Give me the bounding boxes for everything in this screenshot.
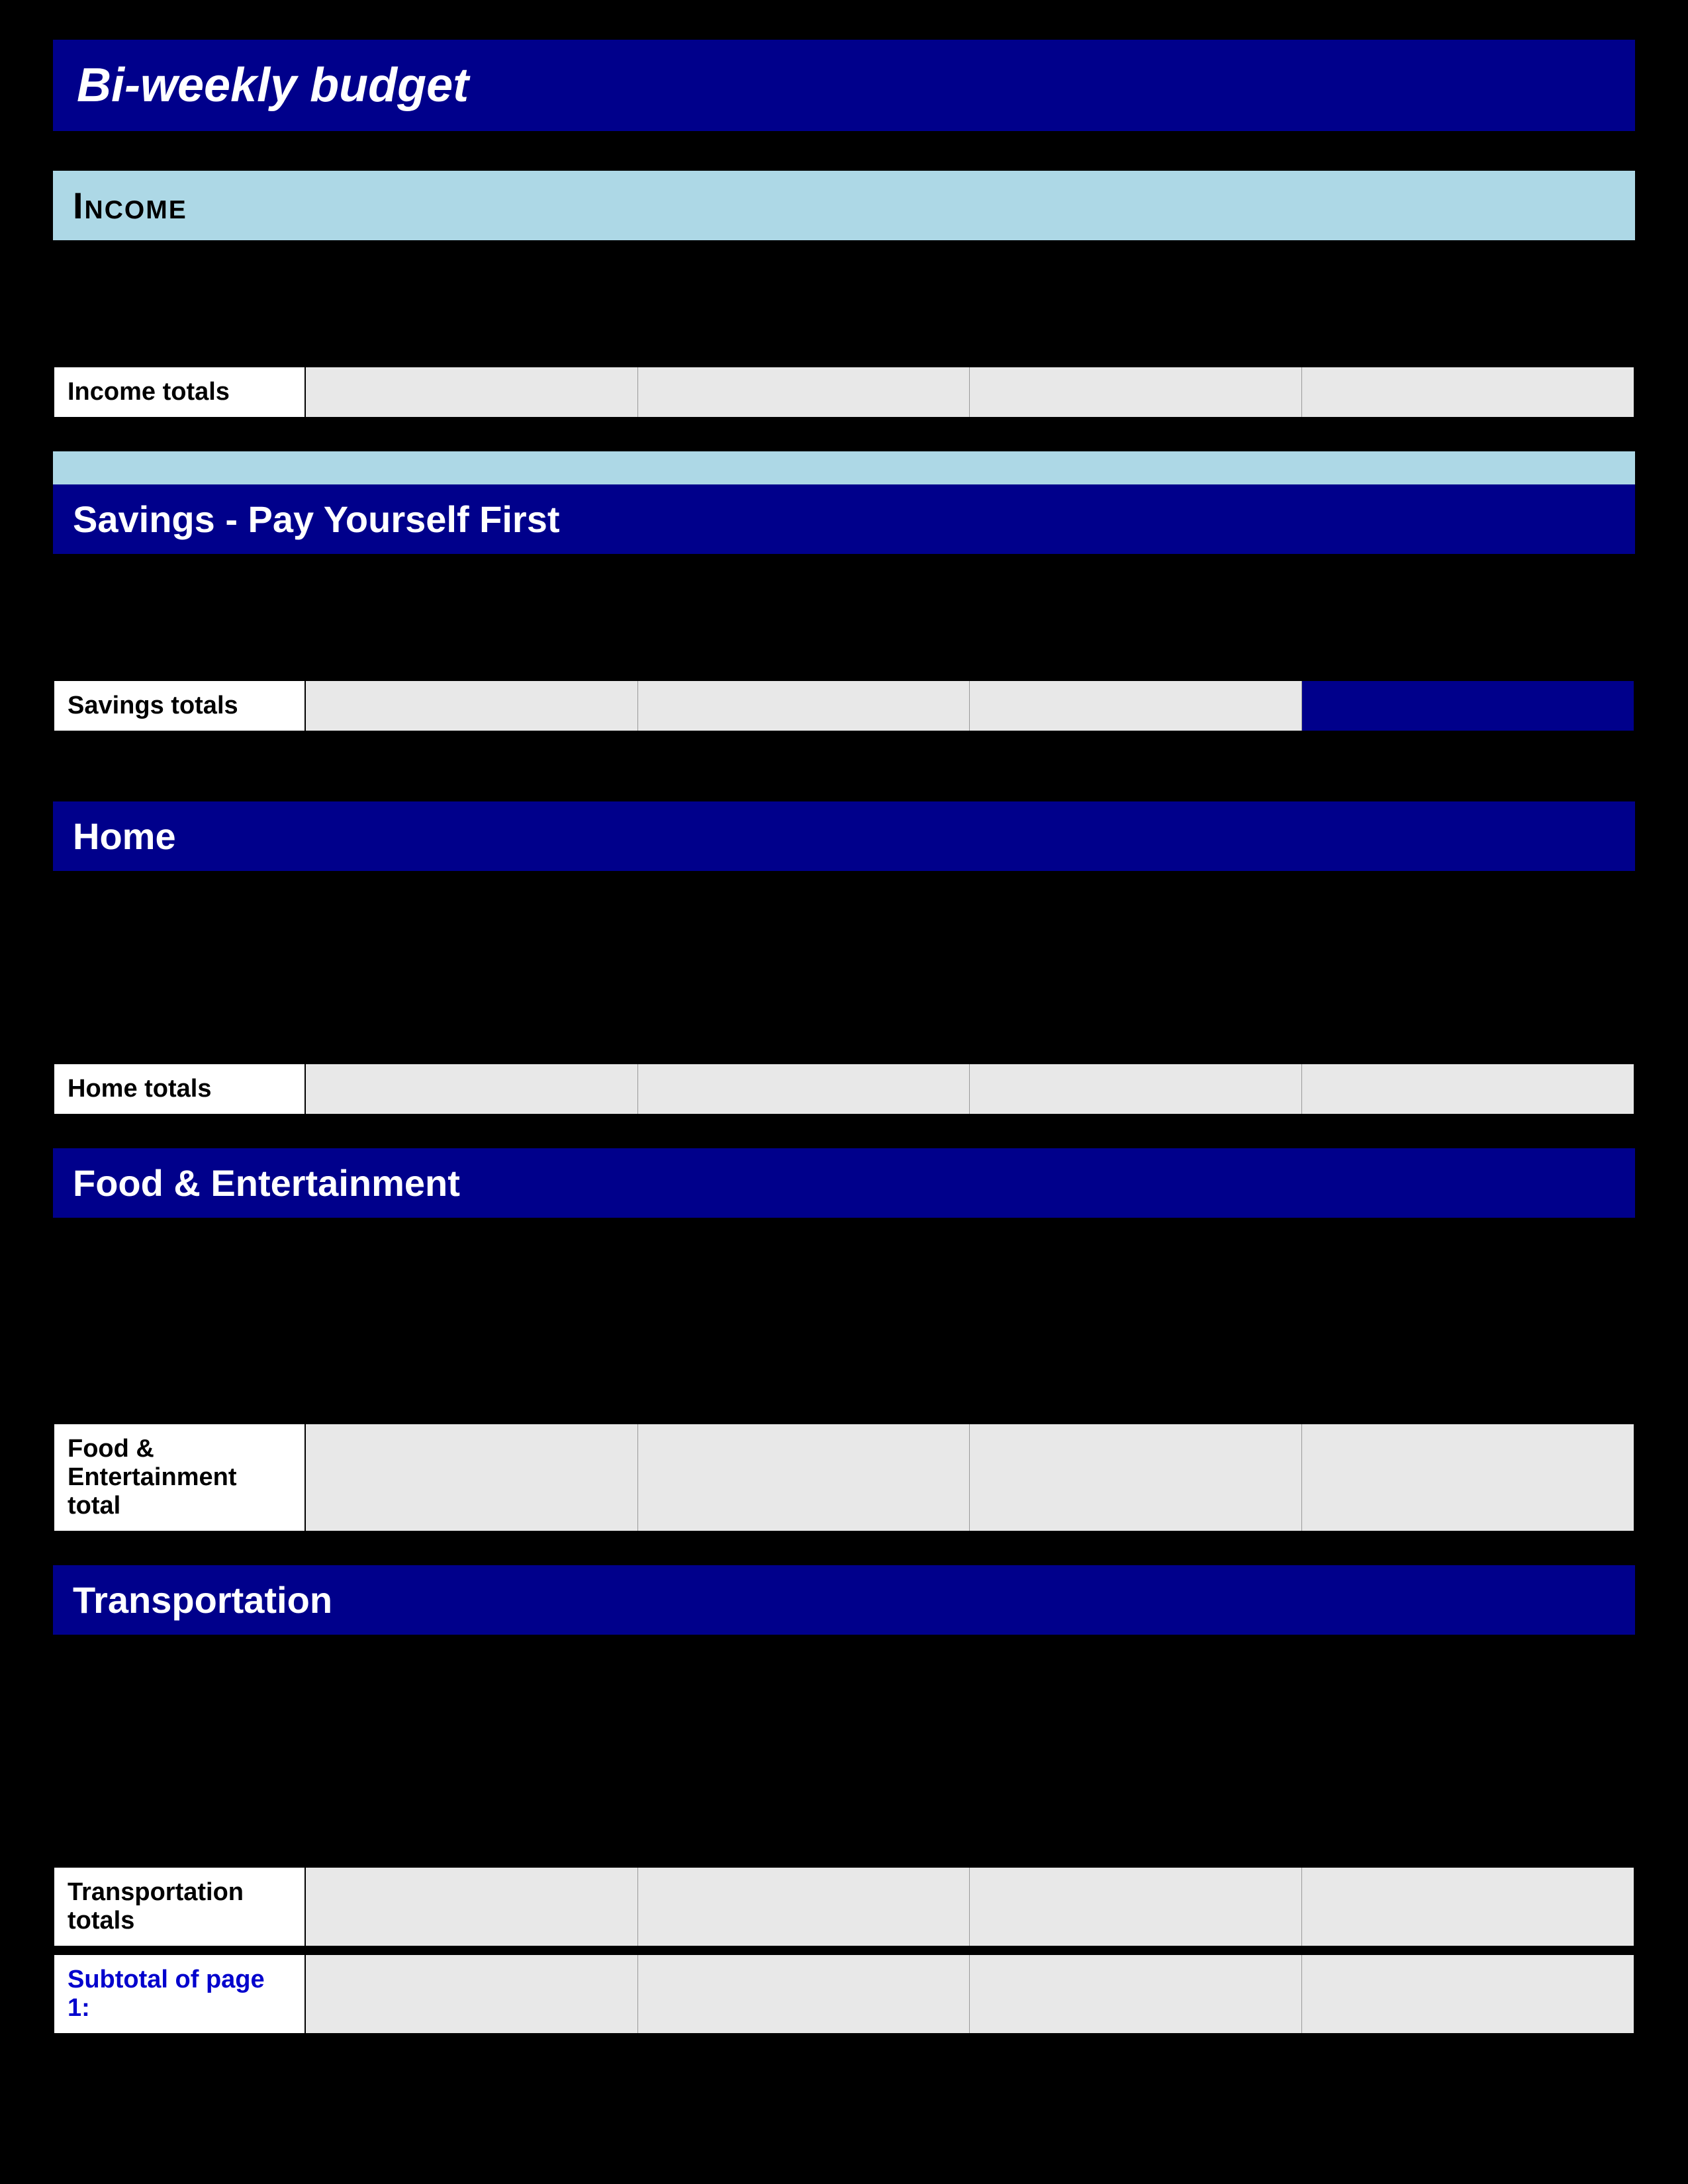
- food-data-area: [53, 1224, 1635, 1423]
- savings-data-area: [53, 561, 1635, 680]
- savings-blank-row: [53, 732, 1635, 768]
- savings-title: Savings - Pay Yourself First: [73, 498, 560, 540]
- transportation-totals-label: Transportation totals: [54, 1868, 306, 1946]
- savings-totals-col1[interactable]: [306, 681, 638, 731]
- income-totals-col2[interactable]: [638, 367, 970, 417]
- savings-totals-label: Savings totals: [54, 681, 306, 731]
- subtotal-col4[interactable]: [1302, 1955, 1634, 2033]
- transportation-title: Transportation: [73, 1579, 332, 1621]
- savings-totals-col2[interactable]: [638, 681, 970, 731]
- savings-header: Savings - Pay Yourself First: [53, 484, 1635, 554]
- home-totals-row: Home totals: [53, 1063, 1635, 1115]
- food-header: Food & Entertainment: [53, 1148, 1635, 1218]
- savings-top-bar: [53, 451, 1635, 484]
- pre-subtotal-gap: [53, 1947, 1635, 1954]
- subtotal-label: Subtotal of page 1:: [54, 1955, 306, 2033]
- title-bar: Bi-weekly budget: [53, 40, 1635, 131]
- subtotal-col1[interactable]: [306, 1955, 638, 2033]
- savings-section: Savings - Pay Yourself First Savings tot…: [53, 451, 1635, 768]
- home-totals-label: Home totals: [54, 1064, 306, 1114]
- income-totals-row: Income totals: [53, 366, 1635, 418]
- transportation-section: Transportation Transportation totals Sub…: [53, 1565, 1635, 2034]
- subtotal-col2[interactable]: [638, 1955, 970, 2033]
- food-totals-col2[interactable]: [638, 1424, 970, 1531]
- income-section: Income Income totals: [53, 171, 1635, 418]
- transportation-totals-row: Transportation totals: [53, 1866, 1635, 1947]
- home-totals-col1[interactable]: [306, 1064, 638, 1114]
- savings-totals-col3[interactable]: [970, 681, 1302, 731]
- transportation-data-area: [53, 1641, 1635, 1866]
- home-totals-col4[interactable]: [1302, 1064, 1634, 1114]
- transportation-header: Transportation: [53, 1565, 1635, 1635]
- income-totals-col1[interactable]: [306, 367, 638, 417]
- home-section: Home Home totals: [53, 801, 1635, 1115]
- transportation-totals-col3[interactable]: [970, 1868, 1302, 1946]
- transportation-totals-col2[interactable]: [638, 1868, 970, 1946]
- income-totals-col3[interactable]: [970, 367, 1302, 417]
- savings-totals-row: Savings totals: [53, 680, 1635, 732]
- home-totals-col3[interactable]: [970, 1064, 1302, 1114]
- income-data-area: [53, 247, 1635, 366]
- food-title: Food & Entertainment: [73, 1162, 460, 1204]
- home-header: Home: [53, 801, 1635, 871]
- food-totals-row: Food & Entertainment total: [53, 1423, 1635, 1532]
- income-totals-label: Income totals: [54, 367, 306, 417]
- food-totals-col3[interactable]: [970, 1424, 1302, 1531]
- food-totals-col4[interactable]: [1302, 1424, 1634, 1531]
- home-title: Home: [73, 815, 176, 857]
- home-totals-col2[interactable]: [638, 1064, 970, 1114]
- subtotal-row: Subtotal of page 1:: [53, 1954, 1635, 2034]
- transportation-totals-col1[interactable]: [306, 1868, 638, 1946]
- food-totals-label: Food & Entertainment total: [54, 1424, 306, 1531]
- food-totals-col1[interactable]: [306, 1424, 638, 1531]
- page-container: Bi-weekly budget Income Income totals Sa…: [53, 40, 1635, 2034]
- subtotal-col3[interactable]: [970, 1955, 1302, 2033]
- transportation-totals-col4[interactable]: [1302, 1868, 1634, 1946]
- income-header: Income: [53, 171, 1635, 240]
- home-data-area: [53, 878, 1635, 1063]
- income-title: Income: [73, 185, 187, 226]
- savings-totals-col4[interactable]: [1302, 681, 1634, 731]
- food-section: Food & Entertainment Food & Entertainmen…: [53, 1148, 1635, 1532]
- page-title: Bi-weekly budget: [77, 59, 469, 112]
- income-totals-col4[interactable]: [1302, 367, 1634, 417]
